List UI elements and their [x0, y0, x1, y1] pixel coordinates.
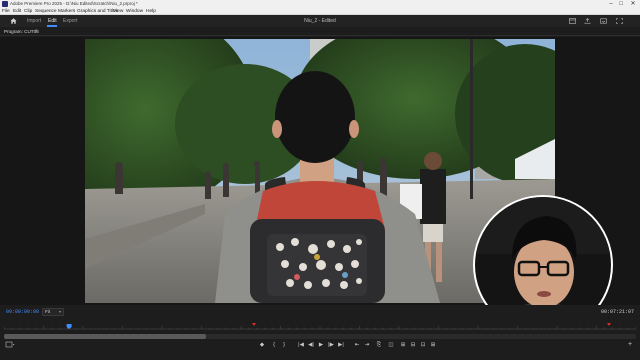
chevron-down-icon: ▾ — [58, 309, 61, 314]
multicam-button[interactable]: ⊞ — [399, 340, 407, 350]
fullscreen-icon[interactable] — [616, 18, 623, 24]
title-bar: Adobe Premiere Pro 2025 - D:\Niu Edited\… — [0, 0, 640, 8]
quick-export-icon[interactable] — [584, 18, 591, 24]
menu-view[interactable]: View — [113, 8, 123, 15]
vr-video-button[interactable]: ⊞ — [429, 340, 437, 350]
menu-markers[interactable]: Markers — [58, 8, 75, 15]
tab-export[interactable]: Export — [63, 15, 77, 27]
zoom-level-value: Fit — [45, 309, 51, 314]
zoom-level-select[interactable]: Fit ▾ — [42, 308, 64, 316]
menu-file[interactable]: File — [2, 8, 10, 15]
transport-controls: ◆ { } |◀ ◀| ▶ |▶ ▶| ⇤ ⇥ ⎘ ◫ ⊞ ⊟ ⊡ ⊞ — [0, 340, 640, 350]
home-icon[interactable] — [10, 18, 17, 24]
duration-timecode: 00:07:21:07 — [600, 309, 634, 315]
panel-menu-icon[interactable]: ≡ — [35, 27, 38, 36]
ruler-ticks — [4, 326, 636, 329]
export-frame-button[interactable]: ⎘ — [375, 340, 383, 350]
backpack — [250, 177, 385, 303]
minimize-button[interactable]: – — [606, 0, 616, 8]
tab-import[interactable]: Import — [27, 15, 41, 27]
program-panel-header: Program: CUT08 ≡ — [0, 27, 640, 36]
current-timecode[interactable]: 00:00:00:08 — [6, 309, 39, 316]
close-button[interactable]: ✕ — [628, 0, 638, 8]
menu-help[interactable]: Help — [146, 8, 156, 15]
lift-button[interactable]: ⇤ — [353, 340, 361, 350]
step-forward-button[interactable]: |▶ — [327, 340, 335, 350]
step-back-button[interactable]: ◀| — [307, 340, 315, 350]
menu-clip[interactable]: Clip — [24, 8, 32, 15]
go-to-in-button[interactable]: |◀ — [297, 340, 305, 350]
play-button[interactable]: ▶ — [317, 340, 325, 350]
menu-graphics-and-titles[interactable]: Graphics and Titles — [77, 8, 118, 15]
out-marker[interactable] — [607, 323, 611, 326]
add-marker-button[interactable]: ◆ — [258, 340, 266, 350]
project-title: Niu_2 - Edited — [304, 18, 336, 24]
menu-bar: File Edit Clip Sequence Markers Graphics… — [0, 8, 640, 15]
window-title: Adobe Premiere Pro 2025 - D:\Niu Edited\… — [10, 1, 138, 6]
premiere-logo-icon — [2, 1, 8, 7]
proxy-toggle-button[interactable]: ⊟ — [409, 340, 417, 350]
subject-head — [275, 71, 355, 163]
program-monitor-tab[interactable]: Program: CUT08 — [4, 27, 39, 36]
share-icon[interactable] — [600, 18, 607, 24]
safe-margins-button[interactable]: ⊡ — [419, 340, 427, 350]
time-ruler[interactable] — [4, 320, 636, 334]
menu-window[interactable]: Window — [126, 8, 143, 15]
button-editor-icon[interactable]: + — [626, 340, 634, 350]
extract-button[interactable]: ⇥ — [363, 340, 371, 350]
menu-edit[interactable]: Edit — [13, 8, 21, 15]
mark-in-button[interactable]: { — [270, 340, 278, 350]
program-monitor[interactable] — [0, 37, 640, 335]
workspace-header: Import Edit Export Niu_2 - Edited — [0, 15, 640, 27]
go-to-out-button[interactable]: ▶| — [337, 340, 345, 350]
workspaces-icon[interactable] — [569, 18, 576, 24]
zoom-scrollbar[interactable] — [4, 334, 636, 339]
comparison-view-button[interactable]: ◫ — [387, 340, 395, 350]
in-marker[interactable] — [252, 323, 256, 326]
menu-sequence[interactable]: Sequence — [35, 8, 57, 15]
maximize-button[interactable]: □ — [616, 0, 626, 8]
mark-out-button[interactable]: } — [280, 340, 288, 350]
scrollbar-thumb[interactable] — [4, 334, 207, 339]
monitor-controls: 00:00:00:08 Fit ▾ 00:07:21:07 ◆ { } |◀ ◀… — [0, 305, 640, 360]
